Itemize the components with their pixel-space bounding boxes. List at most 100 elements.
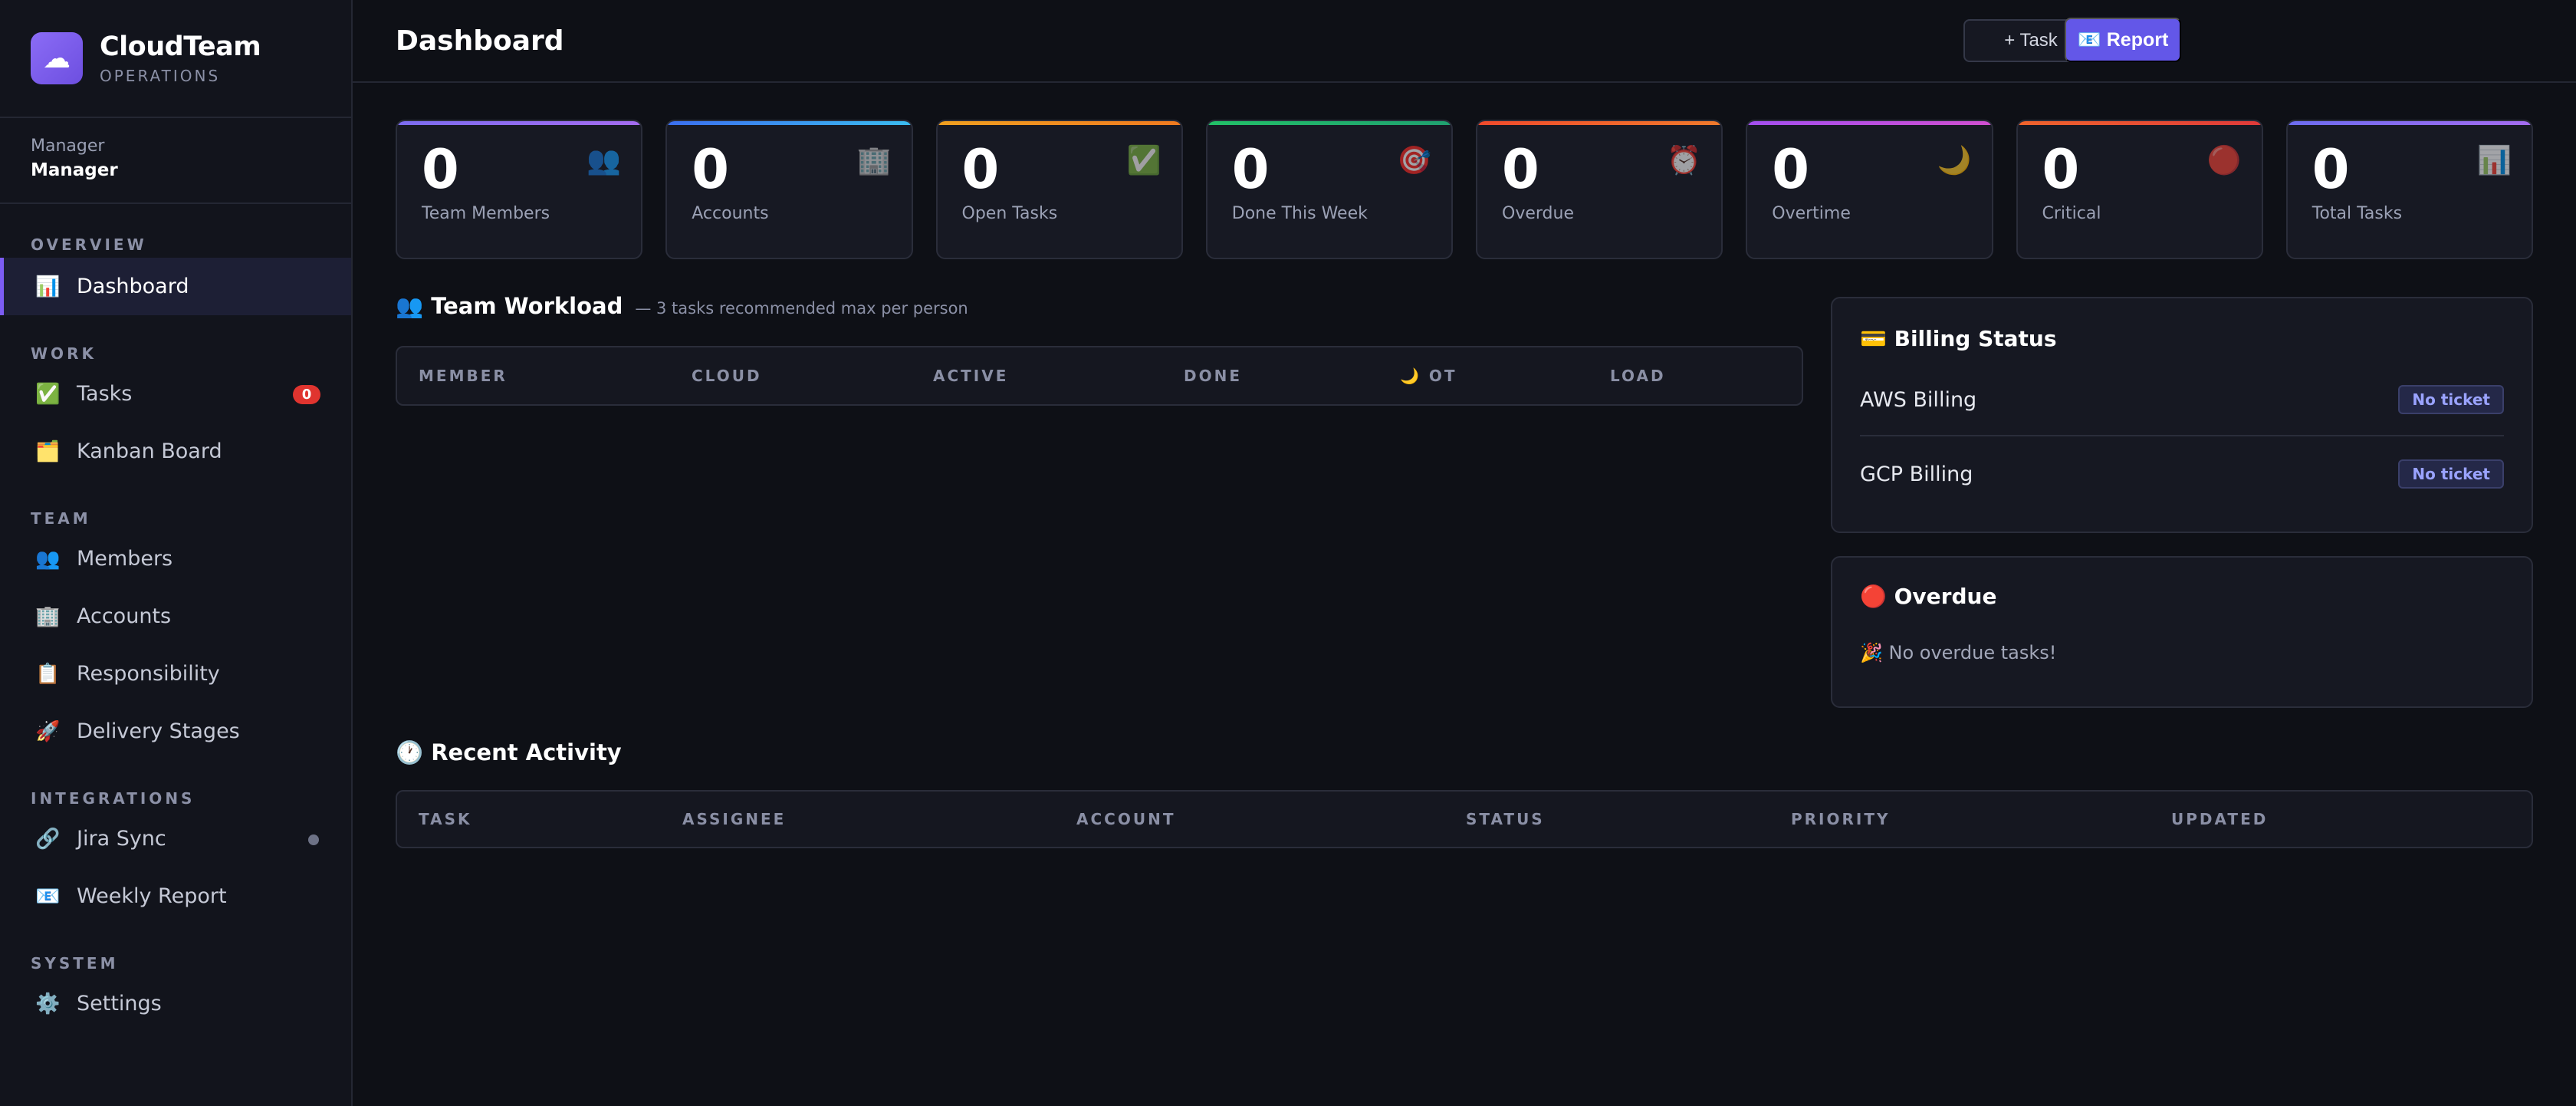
column-header-overtime[interactable]: 🌙 OT (1400, 347, 1457, 404)
members-icon: 👥 (35, 547, 61, 571)
sidebar-item-jira-sync[interactable]: 🔗 Jira Sync (0, 810, 351, 867)
clipboard-icon: 📋 (35, 662, 61, 686)
column-header-updated[interactable]: UPDATED (2171, 792, 2268, 847)
top-header: Dashboard + Task 📧 Report (353, 0, 2576, 83)
moon-icon: 🌙 (1937, 145, 1972, 176)
sidebar-item-delivery-stages[interactable]: 🚀 Delivery Stages (0, 703, 351, 760)
stat-label: Overdue (1502, 204, 1574, 223)
workload-subtitle: — 3 tasks recommended max per person (635, 299, 968, 318)
stat-accounts: 0 Accounts 🏢 (665, 120, 913, 259)
billing-panel: 💳 Billing Status AWS Billing No ticket G… (1831, 297, 2533, 533)
section-system: SYSTEM (31, 954, 119, 973)
activity-table: TASK ASSIGNEE ACCOUNT STATUS PRIORITY UP… (396, 790, 2533, 848)
cloud-icon: ☁ (31, 32, 83, 84)
ticket-status-badge[interactable]: No ticket (2398, 385, 2504, 414)
rocket-icon: 🚀 (35, 719, 61, 743)
section-overview: OVERVIEW (31, 235, 147, 254)
folder-icon: 🗂️ (35, 439, 61, 463)
column-header-member[interactable]: MEMBER (419, 347, 508, 404)
workload-table: MEMBER CLOUD ACTIVE DONE 🌙 OT LOAD (396, 346, 1803, 406)
stat-overtime: 0 Overtime 🌙 (1746, 120, 1993, 259)
stat-overdue: 0 Overdue ⏰ (1476, 120, 1723, 259)
building-icon: 🏢 (856, 145, 892, 176)
workload-header: 👥 Team Workload — 3 tasks recommended ma… (396, 293, 968, 320)
chart-icon: 📊 (35, 275, 61, 298)
sidebar-item-label: Settings (77, 992, 162, 1015)
stat-accent-bar (1747, 121, 1992, 125)
sidebar-item-label: Accounts (77, 604, 172, 628)
alarm-clock-icon: ⏰ (1667, 145, 1702, 176)
stat-open-tasks: 0 Open Tasks ✅ (935, 120, 1183, 259)
sidebar-item-kanban-board[interactable]: 🗂️ Kanban Board (0, 423, 351, 480)
target-icon: 🎯 (1397, 145, 1431, 176)
stat-accent-bar (2287, 121, 2532, 125)
billing-name: AWS Billing (1860, 387, 1977, 412)
sidebar-item-settings[interactable]: ⚙️ Settings (0, 975, 351, 1032)
sidebar-item-accounts[interactable]: 🏢 Accounts (0, 588, 351, 645)
section-work: WORK (31, 344, 97, 363)
stat-critical: 0 Critical 🔴 (2016, 120, 2263, 259)
billing-row-gcp: GCP Billing No ticket (1860, 438, 2504, 510)
column-header-cloud[interactable]: CLOUD (692, 347, 762, 404)
stat-done-this-week: 0 Done This Week 🎯 (1205, 120, 1453, 259)
red-circle-icon: 🔴 (2206, 145, 2242, 176)
column-header-status[interactable]: STATUS (1466, 792, 1545, 847)
billing-title: 💳 Billing Status (1860, 326, 2057, 351)
stat-accent-bar (937, 121, 1181, 125)
link-icon: 🔗 (35, 827, 61, 851)
sidebar-item-dashboard[interactable]: 📊 Dashboard (0, 258, 351, 315)
sidebar-item-weekly-report[interactable]: 📧 Weekly Report (0, 867, 351, 925)
role-label: Manager (31, 137, 105, 156)
sidebar-item-members[interactable]: 👥 Members (0, 530, 351, 588)
sidebar-item-label: Jira Sync (77, 827, 166, 851)
report-button[interactable]: 📧 Report (2065, 18, 2181, 62)
workload-title: 👥 Team Workload (396, 293, 623, 319)
page-title: Dashboard (396, 25, 564, 57)
stat-accent-bar (1207, 121, 1451, 125)
stat-label: Accounts (692, 204, 769, 223)
ticket-status-badge[interactable]: No ticket (2398, 459, 2504, 489)
sidebar-item-responsibility[interactable]: 📋 Responsibility (0, 645, 351, 703)
tasks-count-badge: 0 (293, 385, 320, 404)
stat-total-tasks: 0 Total Tasks 📊 (2285, 120, 2533, 259)
billing-name: GCP Billing (1860, 462, 1973, 486)
column-header-active[interactable]: ACTIVE (933, 347, 1008, 404)
sidebar-item-label: Responsibility (77, 662, 220, 686)
column-header-task[interactable]: TASK (419, 792, 472, 847)
sidebar-item-label: Delivery Stages (77, 719, 240, 743)
brand: ☁ CloudTeam OPERATIONS (0, 0, 351, 118)
sidebar-item-label: Members (77, 547, 173, 571)
column-header-priority[interactable]: PRIORITY (1791, 792, 1890, 847)
stat-label: Total Tasks (2312, 204, 2403, 223)
overdue-title: 🔴 Overdue (1860, 584, 1997, 609)
stat-label: Team Members (422, 204, 550, 223)
chart-icon: 📊 (2477, 145, 2512, 176)
stat-team-members: 0 Team Members 👥 (396, 120, 643, 259)
sidebar-item-label: Tasks (77, 382, 133, 406)
sidebar-item-label: Kanban Board (77, 439, 222, 463)
stat-accent-bar (1477, 121, 1722, 125)
column-header-done[interactable]: DONE (1184, 347, 1242, 404)
stat-accent-bar (397, 121, 642, 125)
sidebar-item-label: Weekly Report (77, 884, 227, 908)
stat-label: Critical (2042, 204, 2101, 223)
activity-title: 🕐 Recent Activity (396, 739, 622, 765)
section-team: TEAM (31, 509, 91, 528)
column-header-load[interactable]: LOAD (1610, 347, 1666, 404)
stats-row: 0 Team Members 👥 0 Accounts 🏢 0 Open Tas… (396, 120, 2533, 259)
overdue-panel: 🔴 Overdue 🎉 No overdue tasks! (1831, 556, 2533, 708)
role-name: Manager (31, 160, 118, 180)
column-header-account[interactable]: ACCOUNT (1076, 792, 1175, 847)
gear-icon: ⚙️ (35, 992, 61, 1015)
brand-subtitle: OPERATIONS (100, 67, 221, 85)
building-icon: 🏢 (35, 604, 61, 628)
sync-status-dot (308, 834, 319, 845)
section-integrations: INTEGRATIONS (31, 789, 196, 808)
check-icon: ✅ (1126, 145, 1162, 176)
stat-accent-bar (2017, 121, 2262, 125)
sidebar-item-label: Dashboard (77, 275, 189, 298)
column-header-assignee[interactable]: ASSIGNEE (682, 792, 786, 847)
brand-name: CloudTeam (100, 31, 261, 62)
sidebar-item-tasks[interactable]: ✅ Tasks 0 (0, 365, 351, 423)
stat-label: Overtime (1772, 204, 1851, 223)
